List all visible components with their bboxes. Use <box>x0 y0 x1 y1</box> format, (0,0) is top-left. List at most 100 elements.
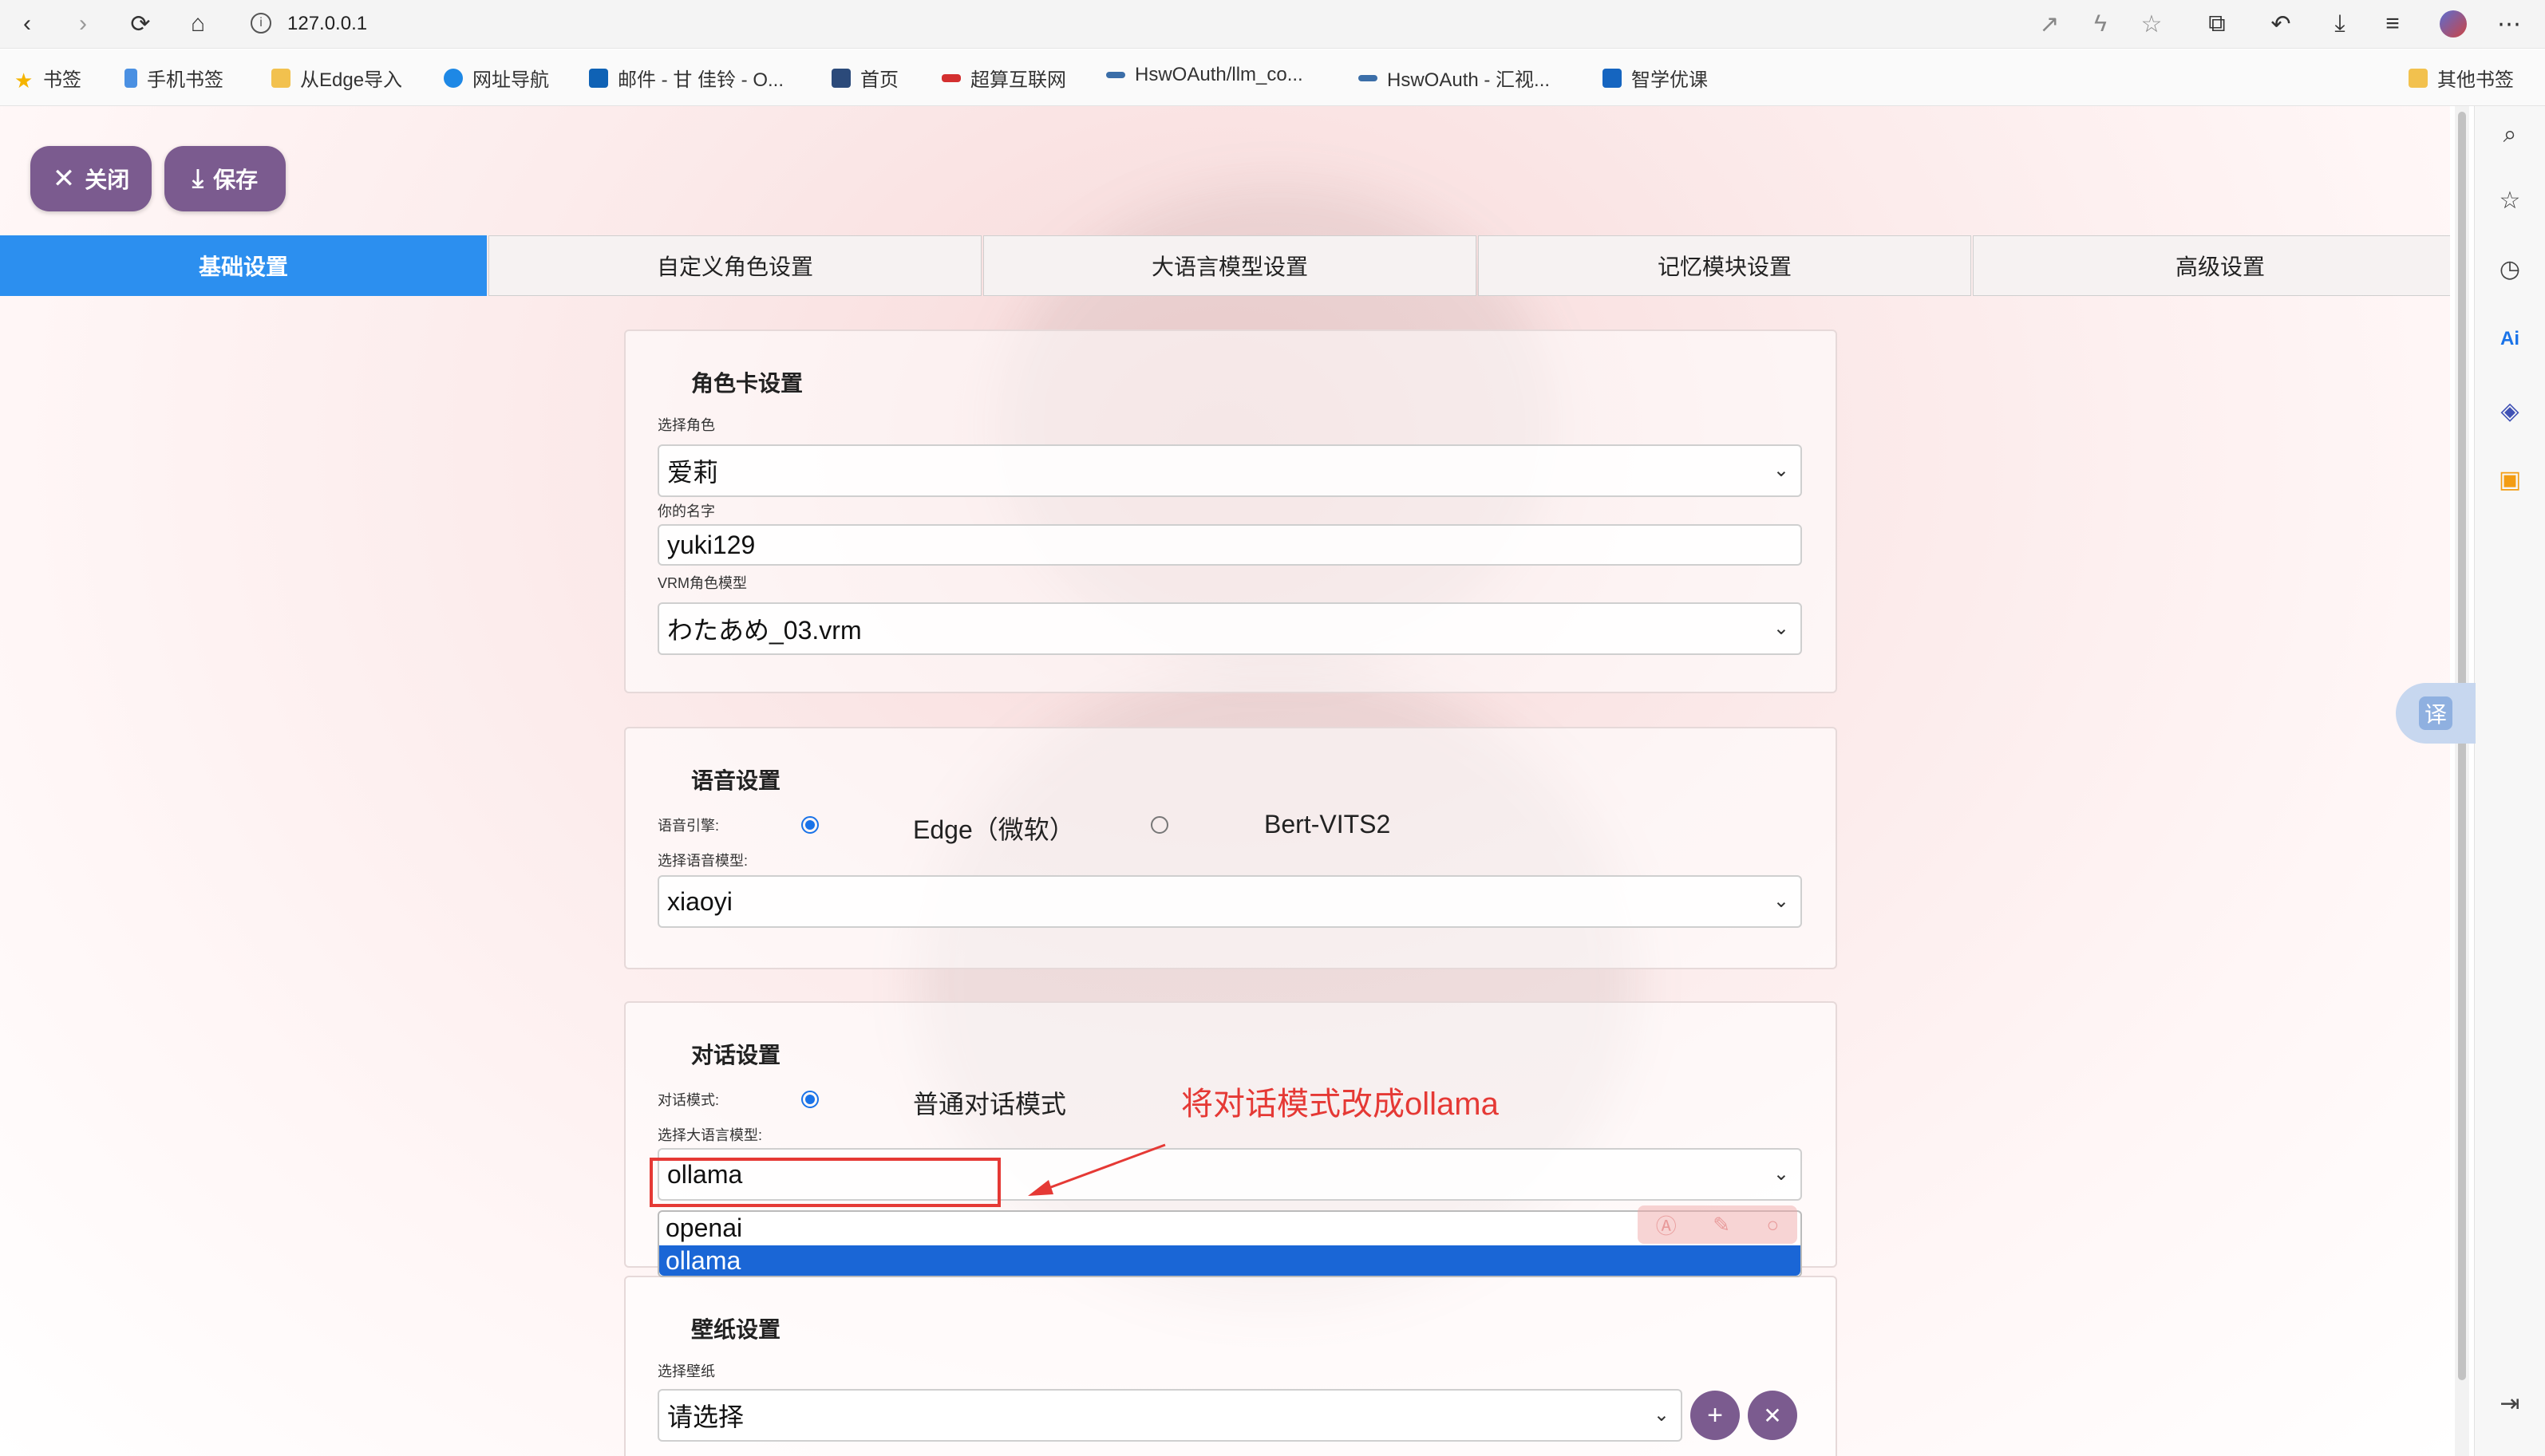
share-icon[interactable]: ↗ <box>2032 6 2067 41</box>
flash-icon[interactable]: ϟ <box>2083 6 2118 41</box>
section-title: 对话设置 <box>691 1043 781 1067</box>
radio-bert-vits2[interactable] <box>1151 816 1168 834</box>
character-select[interactable]: 爱莉 ⌄ <box>658 444 1802 497</box>
tab-basic[interactable]: 基础设置 <box>0 235 487 296</box>
field-label: 选择语音模型: <box>658 853 749 869</box>
history-back-icon[interactable]: ↶ <box>2263 6 2298 41</box>
annotation-arrow <box>1028 1143 1166 1196</box>
forward-icon[interactable]: › <box>65 6 101 41</box>
field-label: 对话模式: <box>658 1092 720 1108</box>
profile-avatar[interactable] <box>2436 6 2471 41</box>
dropdown-option[interactable]: openai <box>659 1212 1800 1244</box>
voice-panel: 语音设置 语音引擎: Edge（微软） Bert-VITS2 选择语音模型: x… <box>624 727 1837 969</box>
bookmark-item[interactable]: 网址导航 <box>444 64 549 92</box>
tab-llm[interactable]: 大语言模型设置 <box>983 235 1476 296</box>
bookmark-item[interactable]: 超算互联网 <box>942 64 1066 92</box>
bookmark-item[interactable]: HswOAuth - 汇视... <box>1358 64 1550 92</box>
character-panel: 角色卡设置 选择角色 爱莉 ⌄ 你的名字 yuki129 VRM角色模型 わたあ… <box>624 329 1837 693</box>
wallpaper-select[interactable]: 请选择 ⌄ <box>658 1389 1682 1442</box>
chevron-down-icon: ⌄ <box>1772 1163 1789 1185</box>
browser-toolbar: ‹ › ⟳ ⌂ i 127.0.0.1 ↗ ϟ ☆ ⧉ ↶ ⤓ ≡ ⋯ <box>0 0 2545 49</box>
site-icon <box>1358 74 1377 81</box>
text-tool-popup[interactable]: Ⓐ ✎ ○ <box>1638 1205 1797 1244</box>
site-info-icon[interactable]: i <box>251 13 271 34</box>
site-icon <box>832 68 851 88</box>
chevron-down-icon: ⌄ <box>1772 460 1789 481</box>
radio-label: Edge（微软） <box>913 815 1075 844</box>
save-label: 保存 <box>213 168 259 192</box>
select-value: 请选择 <box>667 1403 745 1431</box>
field-label: 选择壁纸 <box>658 1363 715 1379</box>
section-title: 语音设置 <box>691 768 781 793</box>
field-label: 语音引擎: <box>658 818 720 834</box>
voice-model-select[interactable]: xiaoyi ⌄ <box>658 875 1802 928</box>
bookmark-item[interactable]: 首页 <box>832 64 899 92</box>
bookmark-item[interactable]: 邮件 - 甘 佳铃 - O... <box>589 64 784 92</box>
add-wallpaper-button[interactable]: + <box>1690 1391 1740 1440</box>
url-text: 127.0.0.1 <box>287 13 368 34</box>
remove-wallpaper-button[interactable]: ✕ <box>1748 1391 1797 1440</box>
bookmark-item[interactable]: 智学优课 <box>1602 64 1708 92</box>
back-icon[interactable]: ‹ <box>10 6 45 41</box>
site-icon <box>1602 68 1622 88</box>
chevron-down-icon: ⌄ <box>1772 890 1789 912</box>
name-input[interactable]: yuki129 <box>658 524 1802 566</box>
collections-icon[interactable]: ≡ <box>2375 6 2410 41</box>
tab-memory[interactable]: 记忆模块设置 <box>1478 235 1971 296</box>
ai-assistant-icon[interactable]: Ai <box>2492 322 2527 357</box>
edit-icon[interactable]: ✎ <box>1713 1213 1730 1237</box>
tab-advanced[interactable]: 高级设置 <box>1973 235 2450 296</box>
llm-dropdown-list: openai ollama Ⓐ ✎ ○ <box>658 1205 1802 1277</box>
bookmark-label: 书签 <box>43 69 81 91</box>
bookmark-item[interactable]: 从Edge导入 <box>271 64 402 92</box>
close-icon: ✕ <box>52 164 76 194</box>
tab-custom-role[interactable]: 自定义角色设置 <box>488 235 982 296</box>
more-menu-icon[interactable]: ⋯ <box>2492 6 2527 41</box>
download-icon: ⤓ <box>192 164 204 192</box>
close-button[interactable]: ✕ 关闭 <box>30 146 152 211</box>
extensions-icon[interactable]: ⧉ <box>2199 6 2235 41</box>
search-icon[interactable]: ⌕ <box>2492 117 2527 152</box>
field-label: 选择大语言模型: <box>658 1127 763 1143</box>
reload-icon[interactable]: ⟳ <box>123 6 158 41</box>
favorites-icon[interactable]: ☆ <box>2492 183 2527 218</box>
save-button[interactable]: ⤓ 保存 <box>164 146 286 211</box>
vrm-model-select[interactable]: わたあめ_03.vrm ⌄ <box>658 602 1802 655</box>
folder-icon <box>271 68 290 88</box>
settings-page: ✕ 关闭 ⤓ 保存 基础设置 自定义角色设置 大语言模型设置 记忆模块设置 高级… <box>0 106 2450 1456</box>
section-title: 角色卡设置 <box>691 371 804 396</box>
search-icon[interactable]: ○ <box>1767 1213 1780 1237</box>
settings-tabs: 基础设置 自定义角色设置 大语言模型设置 记忆模块设置 高级设置 <box>0 235 2450 296</box>
address-bar[interactable]: i 127.0.0.1 <box>236 5 2231 43</box>
bookmark-label: 邮件 - 甘 佳铃 - O... <box>618 69 784 91</box>
toolbox-icon[interactable]: ▣ <box>2492 462 2527 497</box>
ai-icon[interactable]: Ⓐ <box>1656 1210 1677 1240</box>
radio-edge[interactable] <box>801 816 819 834</box>
games-icon[interactable]: ◈ <box>2492 393 2527 428</box>
field-label: 你的名字 <box>658 503 715 519</box>
bookmark-label: 从Edge导入 <box>300 69 403 91</box>
annotation-highlight-box <box>650 1158 1001 1207</box>
translate-button[interactable]: 译 <box>2396 683 2476 744</box>
downloads-icon[interactable]: ⤓ <box>2322 6 2357 41</box>
scrollbar-thumb[interactable] <box>2458 112 2466 1380</box>
home-icon[interactable]: ⌂ <box>180 6 215 41</box>
history-icon[interactable]: ◷ <box>2492 251 2527 286</box>
favorite-star-icon[interactable]: ☆ <box>2134 6 2169 41</box>
translate-icon: 译 <box>2419 696 2452 730</box>
dropdown-option-selected[interactable]: ollama <box>659 1245 1800 1276</box>
bookmark-item[interactable]: HswOAuth/llm_co... <box>1106 64 1303 86</box>
field-label: 选择角色 <box>658 417 715 433</box>
plus-icon: + <box>1707 1399 1723 1430</box>
site-icon <box>1106 72 1125 78</box>
bookmark-label: 超算互联网 <box>970 69 1066 91</box>
bookmark-item[interactable]: 手机书签 <box>124 64 223 92</box>
bookmark-item[interactable]: ★ 书签 <box>14 64 81 93</box>
phone-icon <box>124 68 137 88</box>
radio-normal-mode[interactable] <box>801 1091 819 1108</box>
collapse-sidebar-icon[interactable]: ⇥ <box>2492 1386 2527 1421</box>
other-bookmarks[interactable]: 其他书签 <box>2409 64 2514 92</box>
bookmark-label: 其他书签 <box>2437 69 2514 91</box>
select-value: 爱莉 <box>667 458 719 487</box>
select-value: わたあめ_03.vrm <box>667 616 862 645</box>
